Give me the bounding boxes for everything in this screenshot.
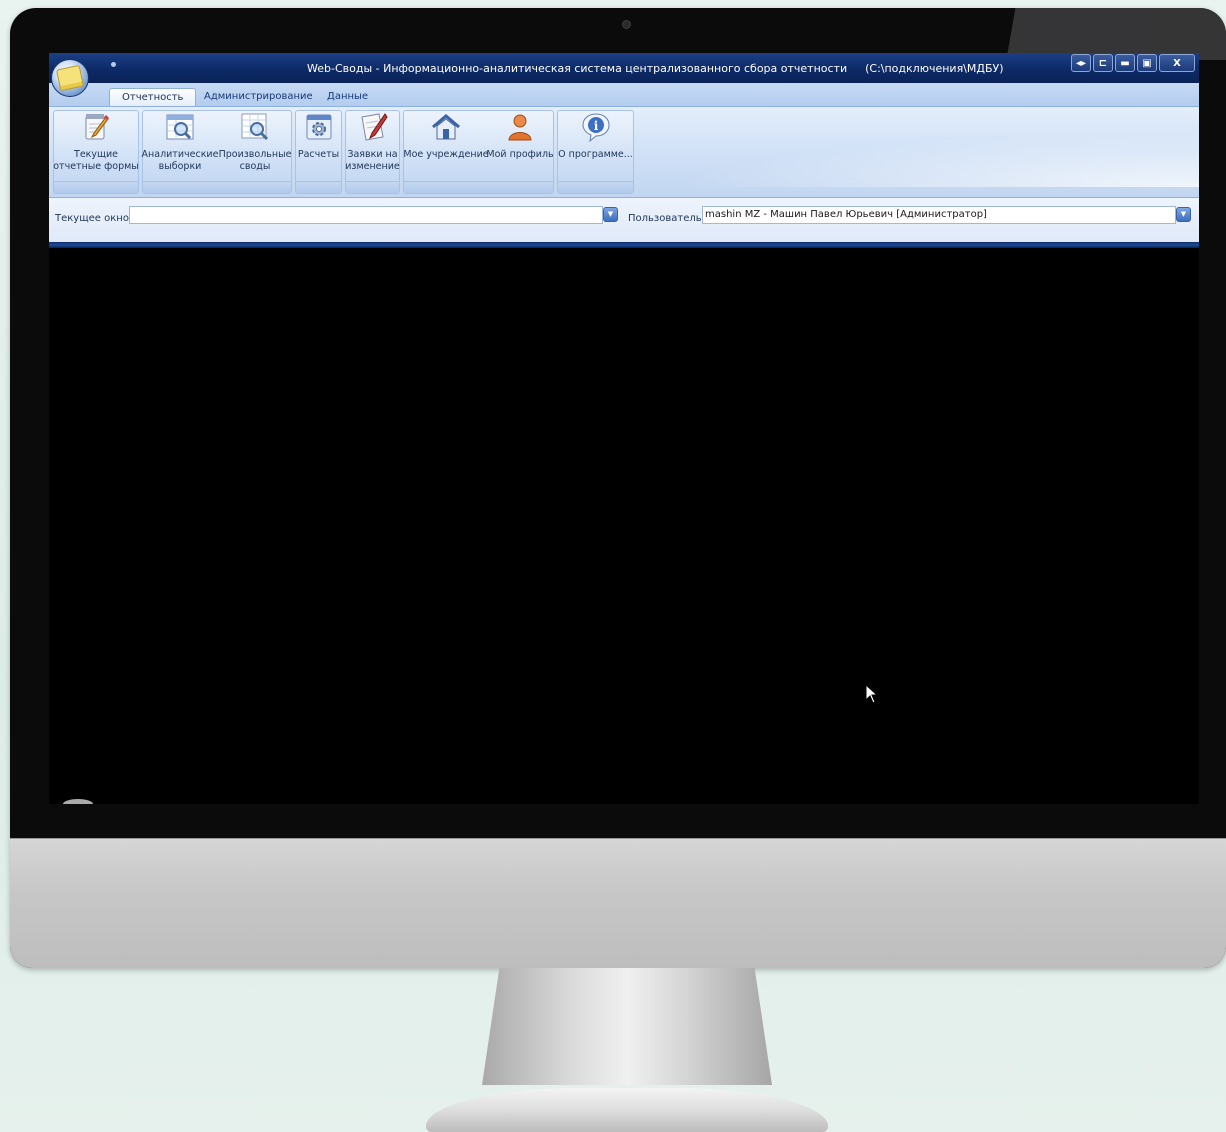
maximize-button[interactable]: ▣ <box>1137 54 1157 72</box>
analytical-selections-label: Аналитические выборки <box>142 149 219 173</box>
change-requests-label: Заявки на изменение <box>345 149 400 173</box>
current-window-dropdown-icon[interactable]: ▼ <box>603 207 618 222</box>
label-line: Мой профиль <box>486 149 554 160</box>
label-line: Произвольные <box>218 149 292 160</box>
minimize-button[interactable]: ▬ <box>1115 54 1135 72</box>
current-report-forms-button[interactable]: Текущие отчетные формы <box>53 111 139 177</box>
group-caption <box>404 181 553 193</box>
tab-data[interactable]: Данные <box>315 88 380 106</box>
label-line: Заявки на <box>347 149 398 160</box>
group-caption <box>143 181 291 193</box>
notepad-pencil-icon <box>85 114 110 140</box>
label-line: Текущие <box>74 149 118 160</box>
camera-icon <box>622 20 631 29</box>
window-title: Web-Своды - Информационно-аналитическая … <box>307 62 1004 75</box>
window-title-text: Web-Своды - Информационно-аналитическая … <box>307 62 848 75</box>
analytical-selections-button[interactable]: Аналитические выборки <box>142 111 219 177</box>
app-window: Web-Своды - Информационно-аналитическая … <box>49 53 1199 804</box>
label-line: Мое учреждение <box>403 149 489 160</box>
monitor-stand-base <box>426 1088 828 1132</box>
current-window-combo[interactable] <box>129 206 603 224</box>
workspace-area[interactable] <box>49 248 1199 804</box>
user-profile-icon <box>508 114 532 141</box>
label-line: Расчеты <box>297 149 340 160</box>
current-report-forms-label: Текущие отчетные формы <box>53 149 139 173</box>
user-label: Пользователь: <box>628 213 706 224</box>
group-caption <box>558 181 633 193</box>
label-line: Аналитические <box>141 149 219 160</box>
screen-glint <box>63 799 93 804</box>
change-requests-button[interactable]: Заявки на изменение <box>345 111 400 177</box>
close-button[interactable]: X <box>1159 54 1195 72</box>
my-profile-label: Мой профиль <box>486 149 553 161</box>
group-caption <box>54 181 138 193</box>
svg-text:i: i <box>593 119 598 133</box>
mouse-cursor-icon <box>865 684 879 704</box>
document-pen-icon <box>360 113 388 141</box>
label-line: выборки <box>158 161 202 172</box>
label-line: О программе... <box>558 149 633 160</box>
custom-summaries-label: Произвольные своды <box>219 149 292 173</box>
label-line: своды <box>239 161 271 172</box>
title-bar: Web-Своды - Информационно-аналитическая … <box>49 53 1199 83</box>
tab-reporting[interactable]: Отчетность <box>109 88 197 106</box>
my-institution-button[interactable]: Мое учреждение <box>403 111 489 177</box>
calculations-button[interactable]: Расчеты <box>296 111 341 177</box>
about-program-button[interactable]: i О программе... <box>558 111 633 177</box>
about-program-label: О программе... <box>558 149 633 161</box>
label-line: изменение <box>345 161 400 172</box>
restore-toggle-button[interactable]: ◂▸ <box>1070 54 1091 72</box>
house-icon <box>432 114 460 140</box>
ribbon-decoration <box>639 127 1199 187</box>
user-combo[interactable]: mashin MZ - Машин Павел Юрьевич [Админис… <box>702 206 1176 224</box>
magnifier-grid-icon <box>241 113 269 141</box>
notepad-logo-icon <box>55 64 85 92</box>
tab-administration[interactable]: Администрирование <box>192 88 325 106</box>
group-caption <box>296 181 341 193</box>
group-caption <box>346 181 399 193</box>
magnifier-table-icon <box>166 114 194 140</box>
info-bubble-icon: i <box>581 113 610 143</box>
connection-path: (C:\подключения\МДБУ) <box>865 62 1004 75</box>
current-window-label: Текущее окно: <box>55 213 133 224</box>
calc-gear-icon <box>306 114 331 140</box>
my-institution-label: Мое учреждение <box>403 149 488 161</box>
quick-access-dot-icon[interactable] <box>111 62 116 67</box>
calculations-label: Расчеты <box>298 149 339 161</box>
ribbon-panel: Текущие отчетные формы Аналитические выбор… <box>49 106 1199 198</box>
monitor-chin <box>10 838 1226 968</box>
ribbon-tabs: Отчетность Администрирование Данные <box>49 83 1199 106</box>
my-profile-button[interactable]: Мой профиль <box>486 111 554 177</box>
custom-summaries-button[interactable]: Произвольные своды <box>219 111 291 177</box>
exit-button[interactable]: ⊏ <box>1093 54 1113 72</box>
app-menu-orb[interactable] <box>51 59 89 97</box>
window-controls: ◂▸ ⊏ ▬ ▣ X <box>1070 54 1195 72</box>
user-dropdown-icon[interactable]: ▼ <box>1176 207 1191 222</box>
label-line: отчетные формы <box>53 161 139 172</box>
address-bar: Текущее окно: ▼ Пользователь: mashin MZ … <box>49 198 1199 242</box>
